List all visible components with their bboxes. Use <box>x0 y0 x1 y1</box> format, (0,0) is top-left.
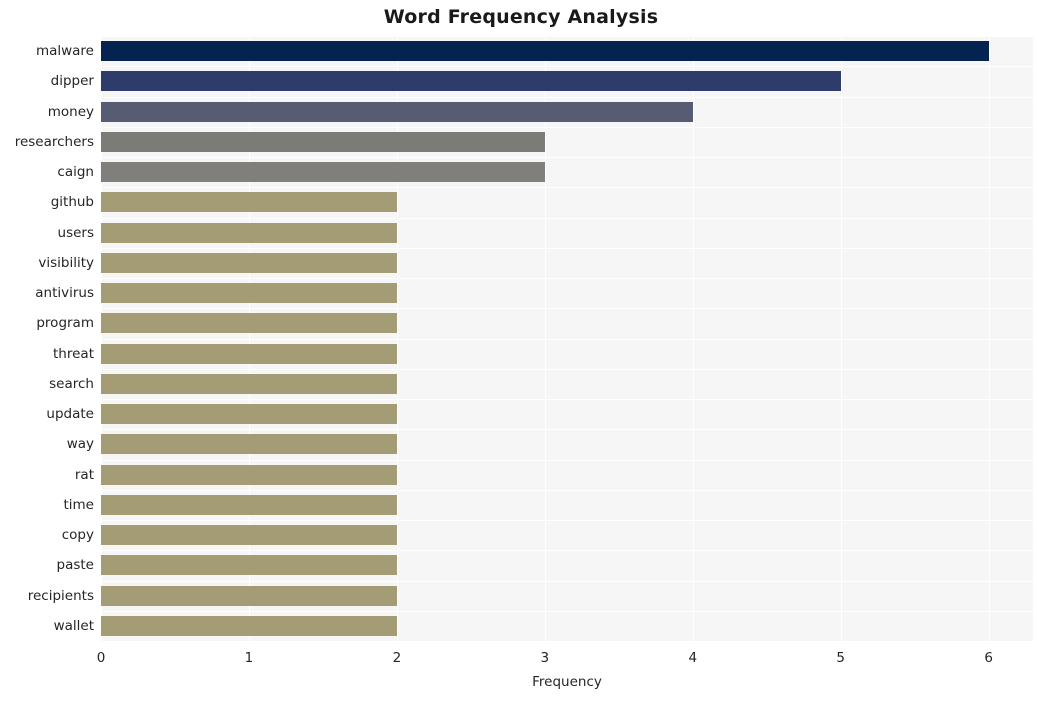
bar-github[interactable] <box>101 192 397 213</box>
plot-area <box>101 36 1033 642</box>
y-tick-label-program: program <box>36 315 94 332</box>
y-tick-label-users: users <box>57 224 94 241</box>
bar-caign[interactable] <box>101 162 545 183</box>
gridline-row <box>101 429 1033 430</box>
bar-malware[interactable] <box>101 41 989 62</box>
x-tick-label-0: 0 <box>96 650 106 666</box>
gridline-row <box>101 157 1033 158</box>
bar-threat[interactable] <box>101 343 397 364</box>
gridline-row <box>101 550 1033 551</box>
gridline-row <box>101 278 1033 279</box>
gridline-row <box>101 308 1033 309</box>
bar-paste[interactable] <box>101 555 397 576</box>
x-tick-label-4: 4 <box>688 650 698 666</box>
y-tick-label-researchers: researchers <box>14 133 94 150</box>
x-tick-label-5: 5 <box>836 650 845 666</box>
x-tick-label-6: 6 <box>984 650 993 666</box>
y-tick-label-rat: rat <box>74 466 94 483</box>
y-tick-label-money: money <box>47 103 94 120</box>
bar-rat[interactable] <box>101 464 397 485</box>
x-tick-label-2: 2 <box>392 650 402 666</box>
gridline-row <box>101 369 1033 370</box>
bar-copy[interactable] <box>101 525 397 546</box>
y-tick-label-dipper: dipper <box>50 73 94 90</box>
gridline-row <box>101 127 1033 128</box>
gridline-row <box>101 611 1033 612</box>
gridline-row <box>101 399 1033 400</box>
x-tick-label-1: 1 <box>244 650 254 666</box>
bar-researchers[interactable] <box>101 131 545 152</box>
y-tick-label-visibility: visibility <box>38 254 94 271</box>
y-tick-label-copy: copy <box>61 527 94 544</box>
y-tick-label-wallet: wallet <box>53 617 94 634</box>
y-tick-label-malware: malware <box>35 43 94 60</box>
y-tick-label-time: time <box>63 496 94 513</box>
gridline-row <box>101 187 1033 188</box>
y-tick-label-paste: paste <box>56 557 94 574</box>
gridline-row <box>101 248 1033 249</box>
y-tick-label-threat: threat <box>53 345 94 362</box>
x-axis-tick-labels: 0 1 2 3 4 5 6 <box>97 641 1033 671</box>
y-tick-label-antivirus: antivirus <box>35 285 94 302</box>
y-tick-label-github: github <box>50 194 94 211</box>
bar-dipper[interactable] <box>101 71 841 92</box>
bar-visibility[interactable] <box>101 252 397 273</box>
gridline-row <box>101 581 1033 582</box>
gridline-row <box>101 520 1033 521</box>
bar-update[interactable] <box>101 404 397 425</box>
bar-money[interactable] <box>101 101 693 122</box>
bar-wallet[interactable] <box>101 615 397 636</box>
y-axis-tick-labels: malware dipper money researchers caign github… <box>0 36 94 641</box>
gridline-row <box>101 339 1033 340</box>
gridline-row <box>101 36 1033 37</box>
bar-program[interactable] <box>101 313 397 334</box>
y-tick-label-way: way <box>66 436 94 453</box>
x-tick-label-3: 3 <box>540 650 550 666</box>
bar-users[interactable] <box>101 222 397 243</box>
bar-recipients[interactable] <box>101 585 397 606</box>
gridline-row <box>101 460 1033 461</box>
y-tick-label-recipients: recipients <box>27 587 94 604</box>
gridline-row <box>101 490 1033 491</box>
bar-antivirus[interactable] <box>101 283 397 304</box>
x-axis-title: Frequency <box>532 674 602 690</box>
chart-figure: Word Frequency Analysis malware dipper mon… <box>0 0 1042 701</box>
bar-way[interactable] <box>101 434 397 455</box>
y-tick-label-update: update <box>46 406 94 423</box>
y-tick-label-caign: caign <box>57 164 94 181</box>
bar-search[interactable] <box>101 373 397 394</box>
bar-time[interactable] <box>101 494 397 515</box>
gridline-row <box>101 97 1033 98</box>
chart-title: Word Frequency Analysis <box>383 6 659 28</box>
y-tick-label-search: search <box>49 375 94 392</box>
gridline-row <box>101 66 1033 67</box>
gridline-row <box>101 218 1033 219</box>
